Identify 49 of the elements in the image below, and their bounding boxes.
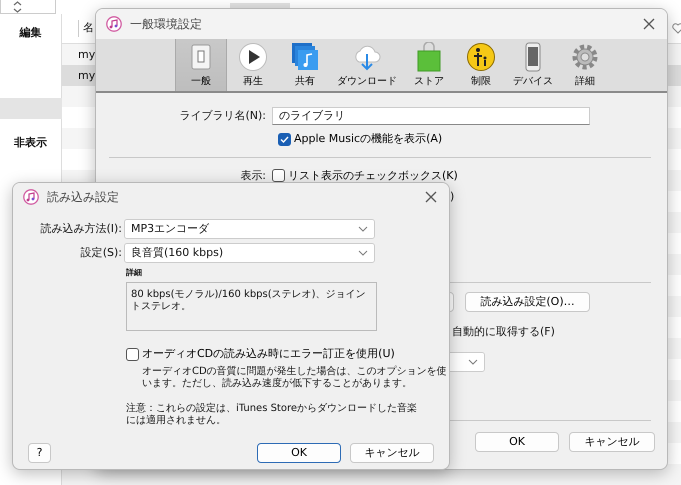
window-title: 一般環境設定	[130, 16, 202, 33]
option-label: )	[450, 189, 454, 205]
toolbar-tab[interactable]: 一般	[175, 39, 227, 91]
cancel-button[interactable]: キャンセル	[569, 432, 655, 452]
toolbar-tab[interactable]: 再生	[227, 39, 279, 91]
dropdown[interactable]: MP3エンコーダ	[124, 219, 375, 239]
toolbar-tab[interactable]: ダウンロード	[331, 39, 403, 91]
gear-icon	[570, 42, 600, 72]
toolbar-tab[interactable]: 共有	[279, 39, 331, 91]
ok-button[interactable]: OK	[257, 442, 341, 462]
field-label: 表示:	[239, 168, 267, 184]
heart-icon[interactable]	[672, 23, 681, 34]
help-button[interactable]: ?	[28, 442, 51, 462]
parental-control-icon	[466, 42, 496, 72]
close-button[interactable]	[641, 16, 657, 32]
details-box: 80 kbps(モノラル)/160 kbps(ステレオ)、ジョイントステレオ。	[126, 282, 377, 331]
note-text: 注意：これらの設定は、iTunes Storeからダウンロードした音楽には適用されません。	[126, 402, 418, 426]
column-header[interactable]: 名	[78, 20, 94, 37]
import-settings-button[interactable]: 読み込み設定(O)…	[465, 292, 590, 312]
caret-icon	[468, 359, 478, 365]
music-folders-icon	[290, 42, 320, 72]
music-note-icon	[23, 189, 39, 205]
sidebar-heading: 編集	[20, 25, 42, 41]
toolbar-tab[interactable]: 詳細	[559, 39, 611, 91]
dropdown-value: MP3エンコーダ	[131, 220, 210, 237]
close-button[interactable]	[423, 189, 439, 205]
toolbar-tab[interactable]: 制限	[455, 39, 507, 91]
hint-text: オーディオCDの音質に問題が発生した場合は、このオプションを使います。ただし、読み込み速度が低下することがあります。	[142, 366, 447, 390]
dropdown[interactable]: 良音質(160 kbps)	[124, 243, 375, 263]
dropdown-value: 良音質(160 kbps)	[131, 244, 224, 261]
caret-icon	[358, 250, 368, 256]
apple-music-checkbox[interactable]: Apple Musicの機能を表示(A)	[278, 131, 442, 148]
field-label: 設定(S):	[80, 244, 123, 261]
toolbar-tab[interactable]: ストア	[403, 39, 455, 91]
error-correction-checkbox[interactable]: オーディオCDの読み込み時にエラー訂正を使用(U)	[126, 346, 395, 362]
field-label: ライブラリ名(N):	[178, 108, 267, 124]
music-note-icon	[106, 16, 122, 32]
field-label: 読み込み方法(I):	[39, 220, 123, 237]
option-label: 自動的に取得する(F)	[452, 324, 555, 340]
library-name-field[interactable]: のライブラリ	[272, 107, 590, 125]
sidebar-heading: 非表示	[14, 135, 47, 151]
window-title: 読み込み設定	[47, 189, 119, 206]
caret-icon	[358, 226, 368, 232]
section-label: 詳細	[126, 267, 143, 279]
ok-button[interactable]: OK	[475, 432, 559, 452]
play-icon	[238, 42, 268, 72]
stepper-icon[interactable]	[13, 0, 22, 12]
toolbar-tab[interactable]: デバイス	[507, 39, 559, 91]
cancel-button[interactable]: キャンセル	[350, 442, 434, 462]
